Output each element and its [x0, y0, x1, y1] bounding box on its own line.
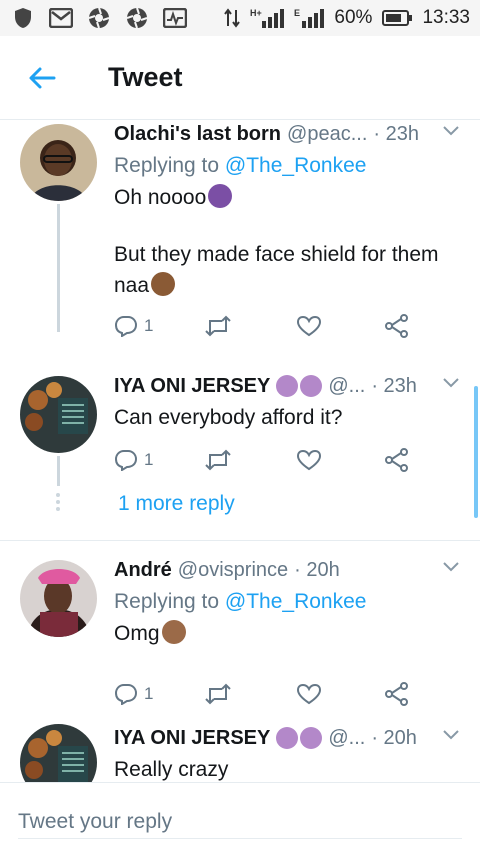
- signal-icon: H+: [250, 8, 285, 28]
- shield-icon: [10, 7, 36, 29]
- replying-to-link[interactable]: @The_Ronkee: [225, 590, 367, 613]
- tweet-actions: 1: [114, 678, 434, 710]
- reply-icon: [114, 450, 138, 471]
- battery-percent: 60%: [334, 7, 373, 28]
- hijab-emoji-icon: [276, 727, 299, 749]
- battery-icon: [382, 10, 413, 26]
- hijab-emoji-icon: [300, 375, 323, 397]
- reply-button[interactable]: 1: [114, 449, 153, 471]
- replying-to-link[interactable]: @The_Ronkee: [225, 154, 367, 177]
- arrow-left-icon: [29, 67, 56, 88]
- chevron-down-icon[interactable]: [442, 376, 460, 394]
- like-button[interactable]: [296, 683, 322, 705]
- aperture-icon: [86, 7, 112, 29]
- retweet-icon: [205, 315, 231, 337]
- tweet-text: Really crazy: [114, 758, 229, 781]
- tweet-text: But they made face shield for them naa: [114, 243, 439, 297]
- user-handle[interactable]: @peac...: [287, 123, 367, 146]
- user-handle[interactable]: @...: [328, 375, 365, 398]
- avatar[interactable]: [20, 124, 97, 201]
- like-button[interactable]: [296, 315, 322, 337]
- display-name[interactable]: André: [114, 559, 172, 582]
- retweet-button[interactable]: [204, 315, 232, 337]
- share-button[interactable]: [384, 448, 410, 472]
- app-header: Tweet: [0, 36, 480, 120]
- reply-icon: [114, 316, 138, 337]
- reply-feed[interactable]: Olachi's last born @peac... · 23h Replyi…: [0, 120, 480, 782]
- user-handle[interactable]: @ovisprince: [178, 559, 288, 582]
- retweet-icon: [205, 683, 231, 705]
- timestamp: · 20h: [294, 558, 340, 581]
- tweet-header: IYA ONI JERSEY @... · 20h: [114, 724, 460, 752]
- thread-line: [57, 456, 60, 486]
- gmail-icon: [48, 7, 74, 29]
- timestamp: · 20h: [371, 726, 417, 749]
- status-bar: H+ E 60% 13:33: [0, 0, 480, 36]
- thread-line: [57, 204, 60, 332]
- avatar[interactable]: [20, 376, 97, 453]
- activity-icon: [162, 7, 188, 29]
- tweet-actions: 1: [114, 444, 434, 476]
- signal-icon-2: E: [294, 8, 325, 28]
- display-name[interactable]: IYA ONI JERSEY: [114, 727, 270, 750]
- share-icon: [385, 448, 408, 472]
- hijab-emoji-icon: [276, 375, 299, 397]
- chevron-down-icon[interactable]: [442, 560, 460, 578]
- facepalm-emoji-icon: [208, 184, 233, 208]
- tweet-header: André @ovisprince · 20h: [114, 556, 460, 584]
- display-name[interactable]: IYA ONI JERSEY: [114, 375, 270, 398]
- replying-to: Replying to @The_Ronkee: [114, 590, 367, 613]
- aperture-icon-2: [124, 7, 150, 29]
- tweet-text: Can everybody afford it?: [114, 406, 343, 429]
- reply-composer: [0, 782, 480, 854]
- chevron-down-icon[interactable]: [442, 728, 460, 746]
- share-button[interactable]: [384, 682, 410, 706]
- avatar[interactable]: [20, 724, 97, 782]
- back-button[interactable]: [0, 36, 84, 120]
- svg-text:E: E: [294, 8, 300, 18]
- share-icon: [385, 314, 408, 338]
- reply-button[interactable]: 1: [114, 683, 153, 705]
- divider: [0, 540, 480, 541]
- more-replies-link[interactable]: 1 more reply: [118, 492, 235, 516]
- like-button[interactable]: [296, 449, 322, 471]
- replying-to: Replying to @The_Ronkee: [114, 154, 367, 177]
- retweet-button[interactable]: [204, 683, 232, 705]
- scrollbar[interactable]: [474, 386, 478, 518]
- share-button[interactable]: [384, 314, 410, 338]
- tweet-header: Olachi's last born @peac... · 23h: [114, 120, 460, 148]
- svg-text:H+: H+: [250, 8, 262, 18]
- tweet-text: Oh noooo: [114, 182, 460, 213]
- timestamp: · 23h: [373, 122, 419, 145]
- reply-count: 1: [144, 450, 154, 469]
- heart-icon: [296, 449, 322, 471]
- retweet-button[interactable]: [204, 449, 232, 471]
- reply-input[interactable]: [18, 805, 462, 839]
- data-transfer-icon: [224, 8, 241, 28]
- thread-dots: [55, 490, 61, 514]
- tweet-header: IYA ONI JERSEY @... · 23h: [114, 372, 460, 400]
- share-icon: [385, 682, 408, 706]
- retweet-icon: [205, 449, 231, 471]
- reply-count: 1: [144, 316, 154, 335]
- tweet-actions: 1: [114, 310, 434, 342]
- timestamp: · 23h: [371, 374, 417, 397]
- reply-count: 1: [144, 684, 154, 703]
- facepalm-emoji-icon: [151, 272, 176, 296]
- facepalm-emoji-icon: [161, 620, 186, 644]
- hijab-emoji-icon: [300, 727, 323, 749]
- user-handle[interactable]: @...: [328, 727, 365, 750]
- display-name[interactable]: Olachi's last born: [114, 123, 281, 146]
- heart-icon: [296, 683, 322, 705]
- clock: 13:33: [422, 7, 470, 28]
- chevron-down-icon[interactable]: [442, 124, 460, 142]
- heart-icon: [296, 315, 322, 337]
- tweet-text: Omg: [114, 618, 460, 649]
- reply-button[interactable]: 1: [114, 315, 153, 337]
- avatar[interactable]: [20, 560, 97, 637]
- reply-icon: [114, 684, 138, 705]
- page-title: Tweet: [108, 62, 183, 92]
